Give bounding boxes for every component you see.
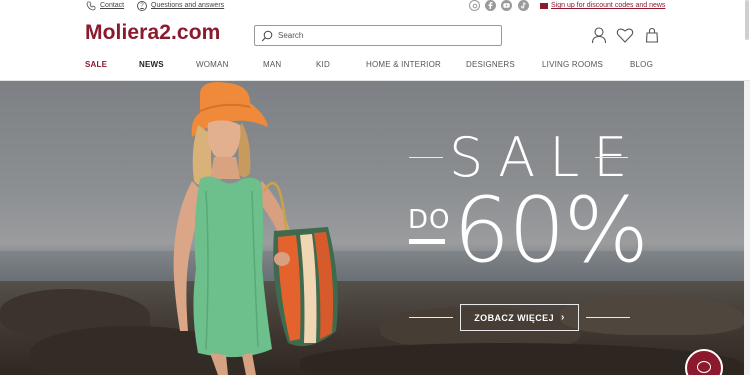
search-input[interactable]: Search	[254, 25, 502, 46]
nav-item-man[interactable]: MAN	[263, 60, 281, 69]
promo-dash	[409, 239, 445, 244]
search-placeholder: Search	[278, 31, 304, 40]
promo-rule-left	[409, 157, 443, 158]
main-navigation: SALE NEWS WOMAN MAN KID HOME & INTERIOR …	[0, 60, 750, 74]
question-icon: ?	[137, 0, 147, 11]
newsletter-label: Sign up for discount codes and news	[551, 2, 666, 9]
nav-item-news[interactable]: NEWS	[139, 60, 164, 69]
page-scrollbar[interactable]	[744, 81, 750, 375]
model-photo	[173, 82, 338, 375]
instagram-icon[interactable]	[469, 0, 480, 11]
tiktok-icon[interactable]	[518, 0, 529, 11]
facebook-icon[interactable]	[485, 0, 496, 11]
contact-label: Contact	[100, 2, 125, 9]
cta-rule-right	[586, 317, 630, 318]
promo-prefix: DO	[408, 205, 451, 235]
nav-item-designers[interactable]: DESIGNERS	[466, 60, 515, 69]
nav-item-sale[interactable]: SALE	[85, 60, 107, 69]
search-icon	[261, 30, 273, 41]
mail-icon	[540, 2, 548, 9]
scrollbar-thumb[interactable]	[745, 0, 749, 40]
faq-link[interactable]: ? Questions and answers	[137, 0, 224, 11]
phone-icon	[86, 1, 96, 10]
contact-link[interactable]: Contact	[86, 0, 124, 11]
nav-item-kid[interactable]: KID	[316, 60, 330, 69]
rock	[560, 295, 744, 335]
chevron-right-icon: ›	[560, 312, 565, 323]
nav-item-blog[interactable]: BLOG	[630, 60, 653, 69]
nav-item-home-interior[interactable]: HOME & INTERIOR	[366, 60, 441, 69]
top-bar: Contact ? Questions and answers Sign up …	[0, 0, 750, 12]
promo-discount: 60%	[453, 178, 649, 283]
faq-label: Questions and answers	[151, 2, 225, 9]
see-more-label: ZOBACZ WIĘCEJ	[474, 312, 554, 323]
site-logo[interactable]: Moliera2.com	[85, 21, 220, 45]
youtube-icon[interactable]	[501, 0, 512, 11]
cta-rule-left	[409, 317, 453, 318]
bag-icon[interactable]	[643, 26, 661, 44]
wishlist-icon[interactable]	[616, 26, 634, 44]
nav-item-woman[interactable]: WOMAN	[196, 60, 229, 69]
see-more-button[interactable]: ZOBACZ WIĘCEJ ›	[460, 304, 579, 331]
chat-bubble-icon	[697, 361, 711, 373]
promo-rule-right	[595, 157, 628, 158]
account-icon[interactable]	[590, 26, 608, 44]
newsletter-link[interactable]: Sign up for discount codes and news	[540, 0, 665, 11]
nav-item-living-rooms[interactable]: LIVING ROOMS	[542, 60, 603, 69]
